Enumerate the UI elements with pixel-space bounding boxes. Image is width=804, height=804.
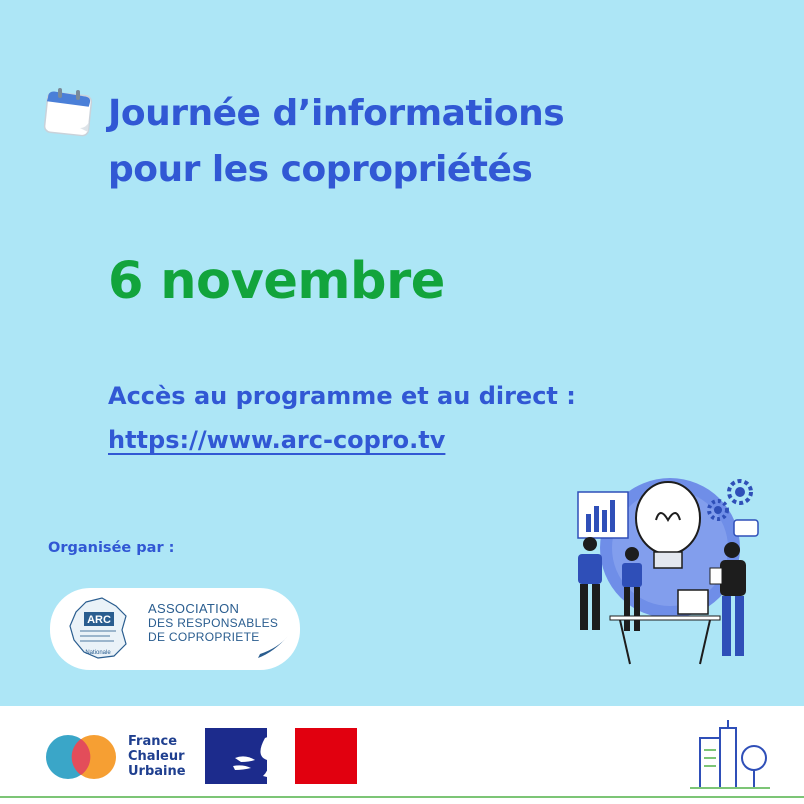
fcu-line-3: Urbaine — [128, 764, 186, 779]
access-label: Accès au programme et au direct : — [108, 382, 576, 410]
republique-francaise-logo — [205, 728, 357, 784]
france-chaleur-urbaine-logo — [46, 735, 116, 779]
organiser-label: Organisée par : — [48, 540, 175, 556]
arc-logo-small-text: Nationale — [85, 650, 111, 656]
arc-name-line-2: DES RESPONSABLES — [148, 616, 279, 630]
access-block: Accès au programme et au direct : https:… — [108, 374, 576, 462]
calendar-icon — [43, 88, 93, 137]
title-line-1: Journée d’informations — [108, 93, 565, 134]
fcu-line-2: Chaleur — [128, 749, 185, 764]
arc-swoosh-icon — [258, 636, 288, 658]
arc-france-map-logo: ARC Nationale — [69, 597, 127, 659]
fcu-line-1: France — [128, 734, 178, 749]
footer-logos: France Chaleur Urbaine — [0, 706, 804, 804]
arc-logo-card: ARC Nationale ASSOCIATION DES RESPONSABL… — [50, 588, 300, 670]
event-date: 6 novembre — [108, 252, 445, 311]
team-lightbulb-illustration — [577, 478, 759, 665]
arc-name-line-1: ASSOCIATION — [148, 601, 240, 616]
fcu-name: France Chaleur Urbaine — [128, 734, 186, 779]
title-line-2: pour les copropriétés — [108, 149, 533, 190]
footer-green-line — [0, 796, 804, 798]
page-title: Journée d’informations pour les copropri… — [108, 86, 565, 198]
city-buildings-icon — [690, 720, 770, 789]
arc-logo-letters: ARC — [87, 614, 111, 626]
program-link[interactable]: https://www.arc-copro.tv — [108, 418, 576, 462]
